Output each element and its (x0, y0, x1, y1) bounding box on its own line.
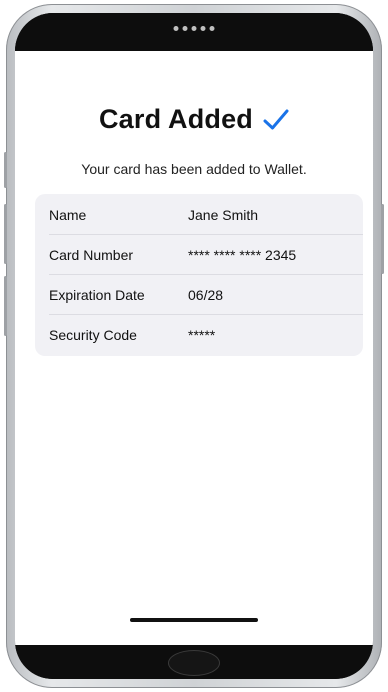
power-button (381, 204, 384, 274)
top-bezel (15, 13, 373, 51)
detail-label: Card Number (49, 247, 134, 263)
detail-value: ***** (188, 327, 216, 343)
app-screen: Card Added Your card has been added to W… (15, 51, 373, 645)
checkmark-icon (263, 109, 289, 129)
home-button[interactable] (168, 650, 220, 676)
bottom-bezel (15, 645, 373, 679)
detail-value: 06/28 (188, 287, 224, 303)
title-row: Card Added (15, 104, 373, 135)
detail-row-card-number: Card Number **** **** **** 2345 (49, 235, 349, 275)
confirmation-message: Your card has been added to Wallet. (81, 161, 307, 177)
detail-value: **** **** **** 2345 (188, 247, 297, 263)
home-indicator[interactable] (130, 618, 258, 622)
speaker-grille (173, 26, 215, 31)
side-button (4, 152, 7, 188)
page-title: Card Added (98, 104, 253, 134)
detail-label: Name (49, 207, 87, 223)
volume-up-button (4, 204, 7, 264)
detail-row-name: Name Jane Smith (49, 195, 349, 235)
detail-value: Jane Smith (188, 207, 259, 223)
detail-row-expiration-date: Expiration Date 06/28 (49, 275, 349, 315)
detail-label: Expiration Date (49, 287, 145, 303)
screen-bezel: Card Added Your card has been added to W… (15, 13, 373, 679)
volume-down-button (4, 276, 7, 336)
detail-row-security-code: Security Code ***** (49, 315, 349, 355)
phone-frame: Card Added Your card has been added to W… (4, 4, 384, 688)
detail-label: Security Code (49, 327, 137, 343)
card-details-panel: Name Jane Smith Card Number **** **** **… (35, 194, 363, 356)
